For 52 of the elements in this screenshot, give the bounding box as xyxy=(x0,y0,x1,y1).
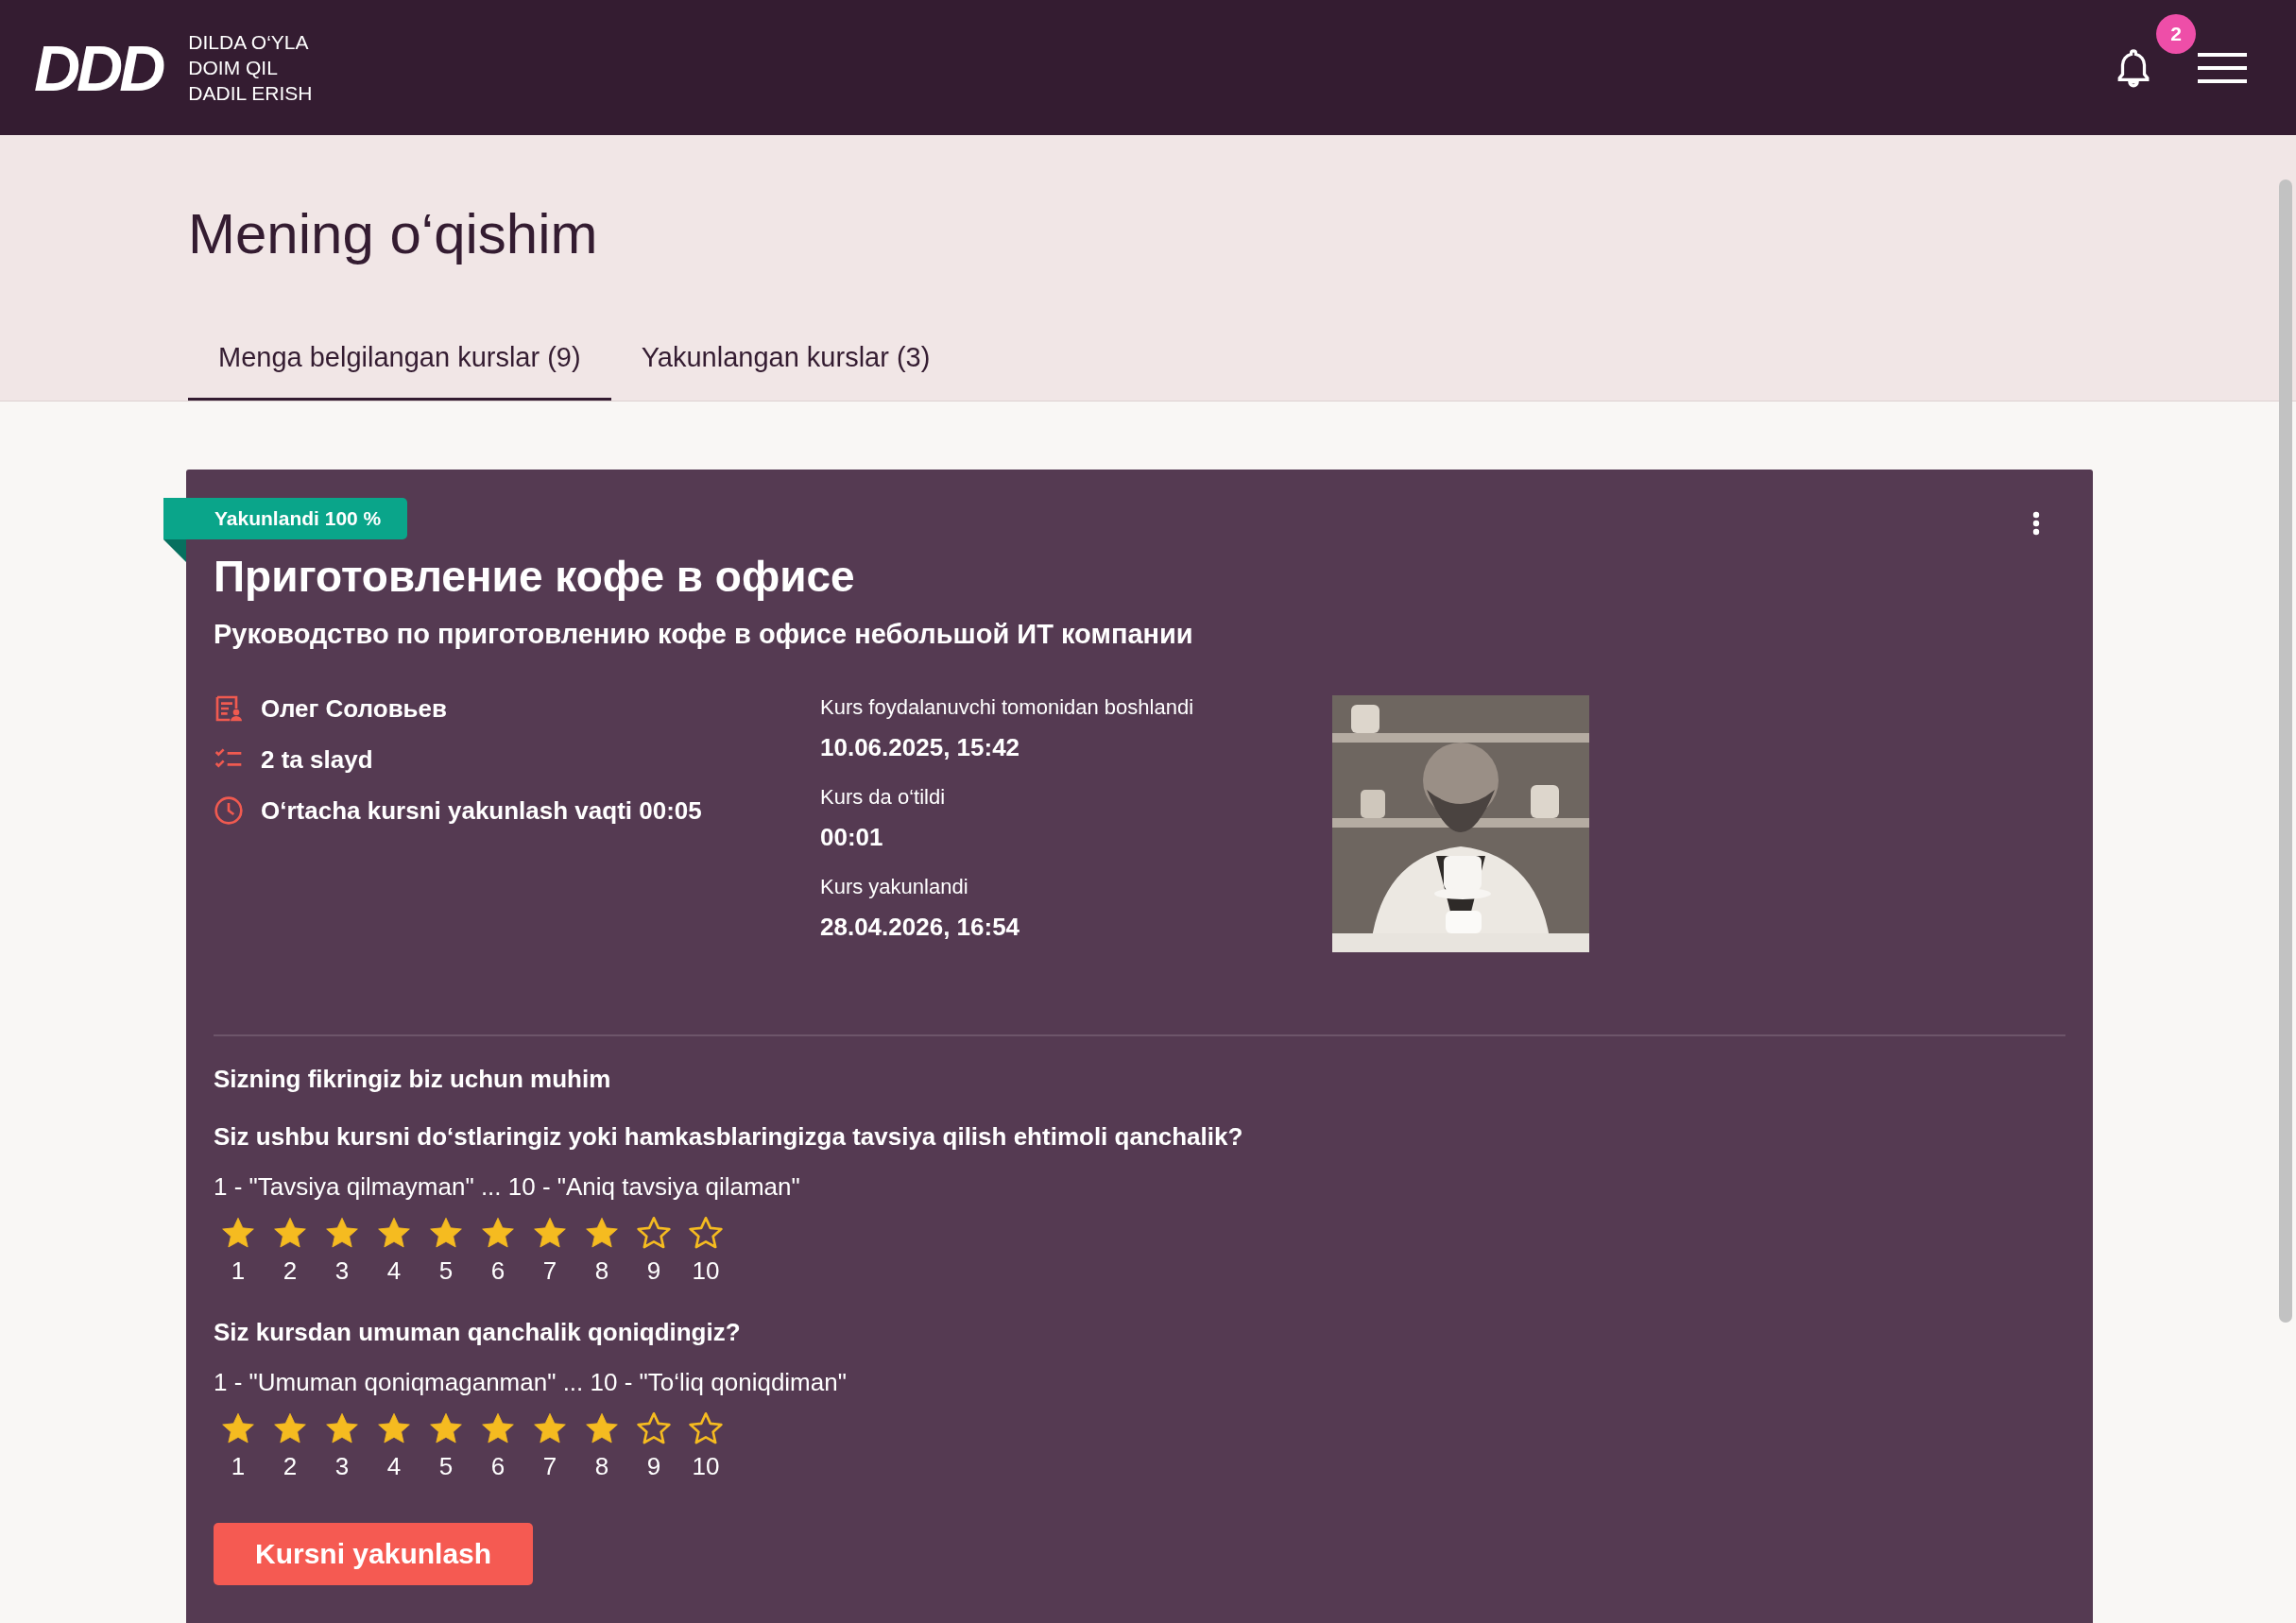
star-number: 4 xyxy=(386,1452,403,1481)
slogan-line: DOIM QIL xyxy=(188,56,279,80)
star-number: 2 xyxy=(282,1452,299,1481)
notification-badge: 2 xyxy=(2156,13,2196,54)
date-value: 28.04.2026, 16:54 xyxy=(820,913,1021,942)
slogan-line: DADIL ERISH xyxy=(188,81,313,106)
survey-question: Siz kursdan umuman qanchalik qoniqdingiz? xyxy=(214,1318,742,1347)
star-number: 1 xyxy=(230,1256,247,1286)
kebab-icon xyxy=(2032,511,2040,536)
star-number: 7 xyxy=(541,1256,558,1286)
star-number: 10 xyxy=(691,1452,721,1481)
date-value: 00:01 xyxy=(820,823,884,852)
star-number: 6 xyxy=(489,1452,506,1481)
author-icon xyxy=(214,693,244,724)
star-number: 6 xyxy=(489,1256,506,1286)
star-number: 1 xyxy=(230,1452,247,1481)
course-subtitle: Руководство по приготовлению кофе в офисе небольшой ИТ компании xyxy=(214,619,1194,650)
star-number: 2 xyxy=(282,1256,299,1286)
date-value: 10.06.2025, 15:42 xyxy=(820,733,1021,762)
date-label: Kurs yakunlandi xyxy=(820,875,969,899)
date-label: Kurs foydalanuvchi tomonidan boshlandi xyxy=(820,695,1195,720)
star-number: 4 xyxy=(386,1256,403,1286)
course-fact: O‘rtacha kursni yakunlash vaqti 00:05 xyxy=(261,795,702,826)
scrollbar[interactable] xyxy=(2279,179,2292,1323)
scale-hint: 1 - "Umuman qoniqmaganman" ... 10 - "To‘liq qoniqdiman" xyxy=(214,1368,848,1397)
star-number: 3 xyxy=(334,1452,351,1481)
status-badge: Yakunlandi 100 % xyxy=(163,498,408,539)
star-number: 8 xyxy=(593,1256,610,1286)
star-number: 5 xyxy=(437,1452,454,1481)
logo[interactable]: DDD xyxy=(34,30,163,105)
menu-button[interactable] xyxy=(2198,50,2247,85)
course-title: Приготовление кофе в офисе xyxy=(214,551,856,602)
slogan-line: DILDA O‘YLA xyxy=(188,30,310,55)
survey-question: Siz ushbu kursni do‘stlaringiz yoki hamkasblaringizga tavsiya qilish ehtimoli qanchalik? xyxy=(214,1122,1244,1152)
star-number: 3 xyxy=(334,1256,351,1286)
star-number: 9 xyxy=(645,1452,662,1481)
course-fact: 2 ta slayd xyxy=(261,744,373,775)
course-fact: Олег Соловьев xyxy=(261,693,448,724)
scale-hint: 1 - "Tavsiya qilmayman" ... 10 - "Aniq tavsiya qilaman" xyxy=(214,1172,801,1202)
date-label: Kurs da o‘tildi xyxy=(820,785,947,810)
ribbon-fold-icon xyxy=(163,539,186,562)
star-number: 8 xyxy=(593,1452,610,1481)
tab[interactable]: Menga belgilangan kurslar (9) xyxy=(188,342,611,401)
clock-icon xyxy=(214,795,244,826)
star-number: 9 xyxy=(645,1256,662,1286)
tab[interactable]: Yakunlangan kurslar (3) xyxy=(610,342,961,401)
menu-icon xyxy=(2198,50,2247,85)
star-number: 7 xyxy=(541,1452,558,1481)
star-number: 5 xyxy=(437,1256,454,1286)
star-number: 10 xyxy=(691,1256,721,1286)
feedback-title: Sizning fikringiz biz uchun muhim xyxy=(214,1065,612,1094)
page-title: Mening o‘qishim xyxy=(188,201,599,266)
